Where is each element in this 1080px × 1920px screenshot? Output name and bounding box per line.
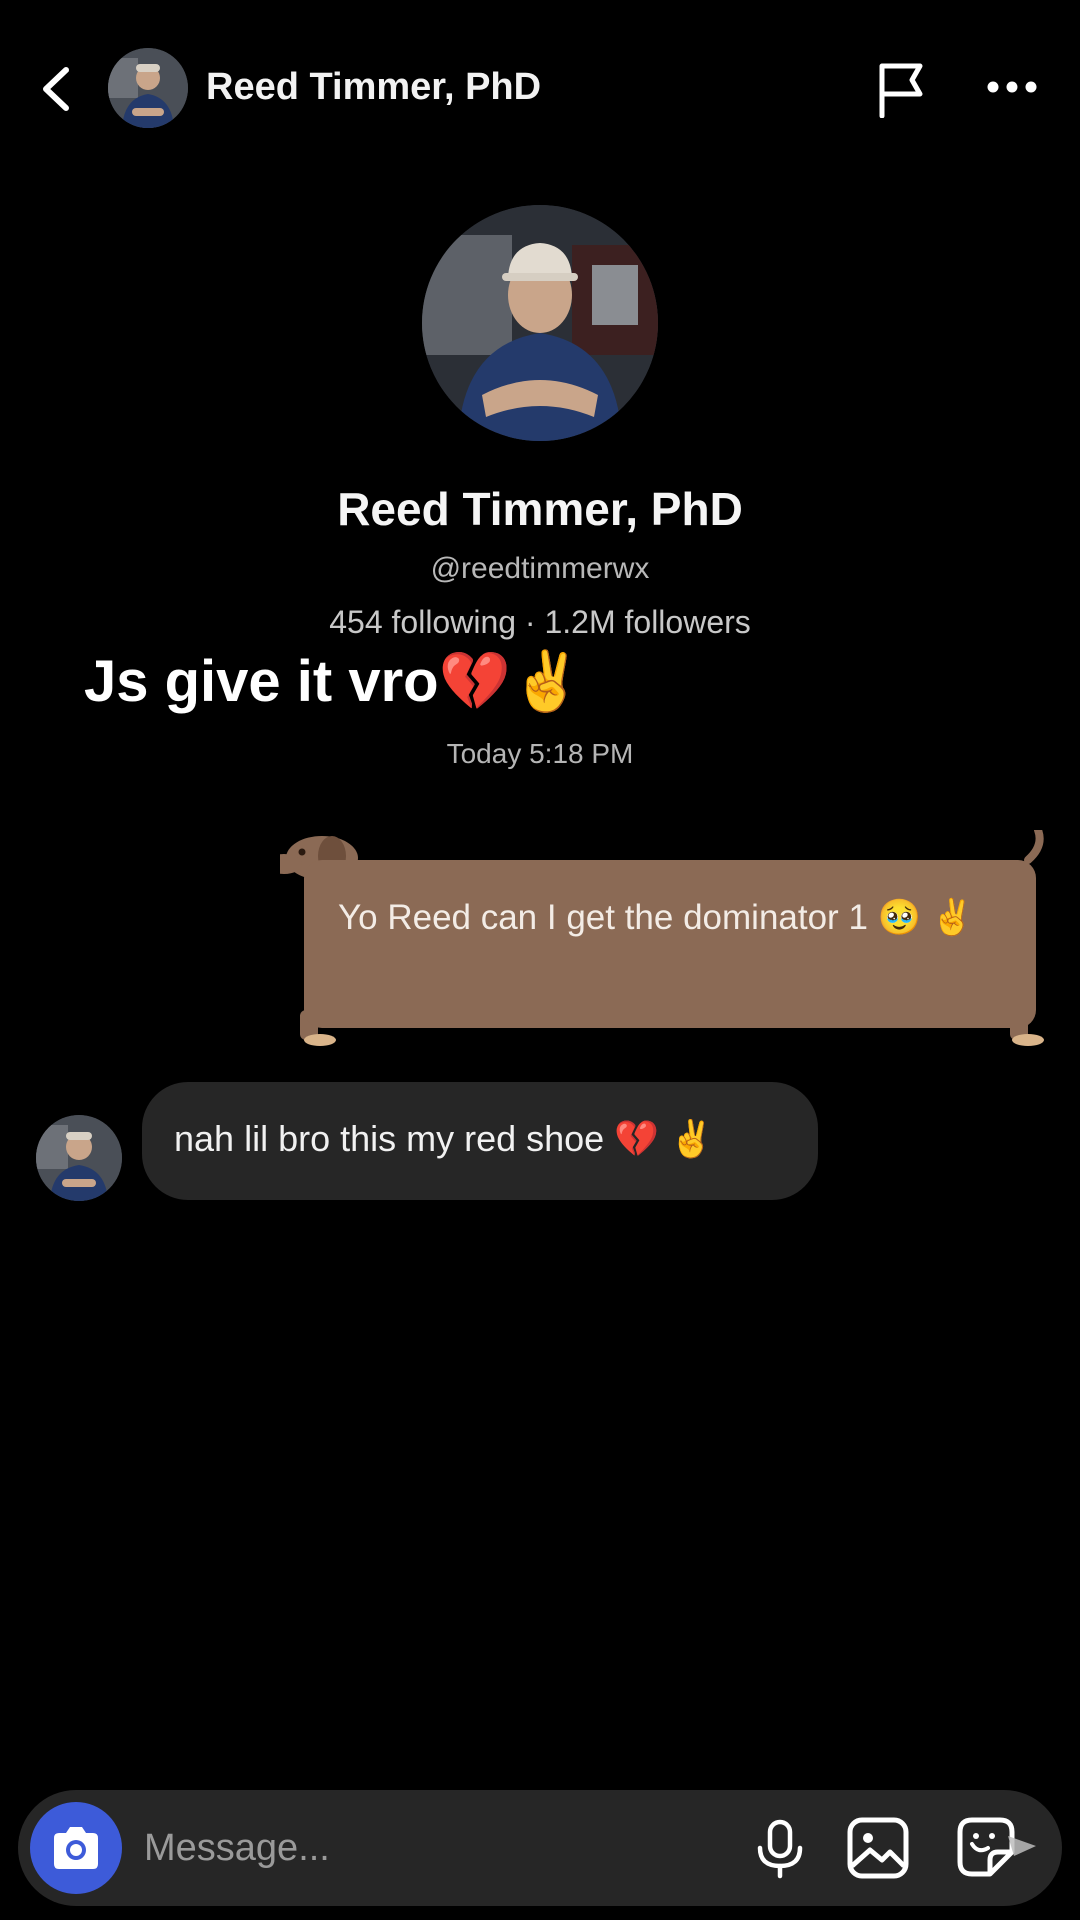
chevron-left-icon[interactable] — [36, 64, 76, 114]
header-title[interactable]: Reed Timmer, PhD — [206, 66, 541, 109]
profile-handle: @reedtimmerwx — [430, 552, 650, 585]
overlay-caption: Js give it vro💔✌️ — [84, 649, 584, 714]
message-timestamp: Today 5:18 PM — [446, 738, 634, 769]
camera-icon — [54, 1827, 98, 1869]
message-input[interactable] — [144, 1822, 624, 1874]
sent-message[interactable]: Yo Reed can I get the dominator 1 🥹 ✌️ — [280, 830, 1050, 1050]
sender-avatar[interactable] — [36, 1115, 122, 1201]
header-avatar[interactable] — [108, 48, 188, 128]
received-message[interactable]: nah lil bro this my red shoe 💔 ✌️ — [142, 1082, 818, 1200]
camera-button[interactable] — [30, 1802, 122, 1894]
person-avatar-image — [422, 205, 658, 441]
more-icon[interactable] — [986, 80, 1038, 94]
profile-avatar[interactable] — [422, 205, 658, 441]
received-message-text: nah lil bro this my red shoe 💔 ✌️ — [174, 1118, 714, 1159]
sent-message-text: Yo Reed can I get the dominator 1 🥹 ✌️ — [338, 898, 975, 937]
sticker-icon[interactable] — [952, 1814, 1040, 1882]
person-avatar-image — [108, 48, 188, 128]
profile-stats: 454 following · 1.2M followers — [329, 604, 751, 640]
image-icon[interactable] — [846, 1816, 910, 1880]
flag-icon[interactable] — [876, 60, 928, 118]
microphone-icon[interactable] — [750, 1818, 810, 1880]
message-composer — [18, 1790, 1062, 1906]
profile-name: Reed Timmer, PhD — [337, 483, 743, 535]
person-avatar-image — [36, 1115, 122, 1201]
chat-header: Reed Timmer, PhD — [0, 40, 1080, 140]
